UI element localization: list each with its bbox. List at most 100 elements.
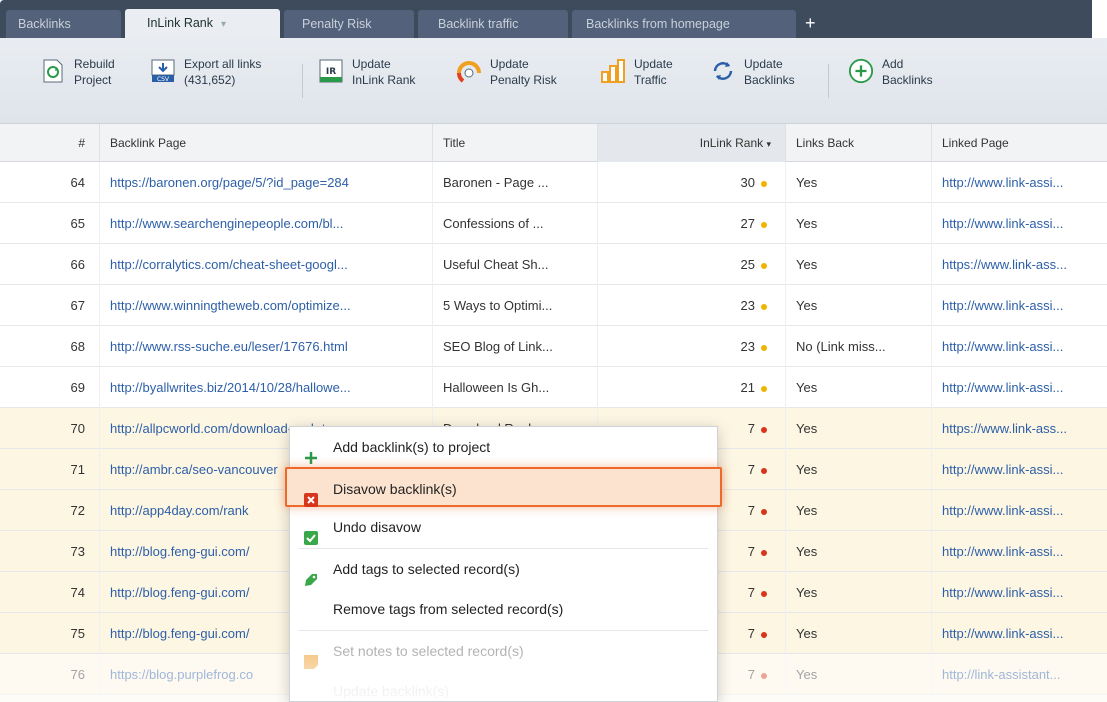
rank-status-dot: [761, 344, 767, 351]
update-backlinks-label: Update Backlinks: [744, 57, 795, 87]
table-row[interactable]: 67 http://www.winningtheweb.com/optimize…: [0, 285, 1107, 326]
table-row[interactable]: 66 http://corralytics.com/cheat-sheet-go…: [0, 244, 1107, 285]
row-number: 65: [0, 203, 100, 244]
column-header-inlink-rank[interactable]: InLink Rank ▾: [598, 124, 786, 162]
toolbar-divider: [302, 64, 303, 98]
rank-status-dot: [761, 549, 767, 556]
links-back-cell: Yes: [786, 613, 932, 654]
links-back-cell: Yes: [786, 203, 932, 244]
rebuild-project-button[interactable]: Rebuild Project: [40, 56, 115, 100]
backlink-page-link[interactable]: http://corralytics.com/cheat-sheet-googl…: [100, 244, 433, 285]
tab-backlinks[interactable]: Backlinks: [6, 10, 121, 38]
linked-page-link[interactable]: https://www.link-ass...: [932, 408, 1107, 449]
rank-status-dot: [761, 590, 767, 597]
rank-status-dot: [761, 221, 767, 228]
links-back-cell: Yes: [786, 408, 932, 449]
linked-page-link[interactable]: http://www.link-assi...: [932, 203, 1107, 244]
links-back-cell: Yes: [786, 490, 932, 531]
table-row[interactable]: 64 https://baronen.org/page/5/?id_page=2…: [0, 162, 1107, 203]
menu-item-label: Disavow backlink(s): [333, 481, 457, 497]
backlink-page-link[interactable]: http://www.rss-suche.eu/leser/17676.html: [100, 326, 433, 367]
tab-penalty-risk[interactable]: Penalty Risk: [284, 10, 414, 38]
add-backlinks-button[interactable]: Add Backlinks: [848, 56, 933, 100]
checkmark-icon: [304, 520, 318, 545]
links-back-cell: Yes: [786, 162, 932, 203]
menu-item-set-notes[interactable]: Set notes to selected record(s): [290, 631, 717, 671]
menu-item-remove-tags[interactable]: Remove tags from selected record(s): [290, 589, 717, 629]
linked-page-link[interactable]: http://www.link-assi...: [932, 449, 1107, 490]
backlink-page-link[interactable]: http://www.searchenginepeople.com/bl...: [100, 203, 433, 244]
table-row[interactable]: 68 http://www.rss-suche.eu/leser/17676.h…: [0, 326, 1107, 367]
inlink-rank-cell: 27: [598, 203, 786, 244]
inlink-rank-cell: 23: [598, 326, 786, 367]
sort-desc-icon: ▾: [766, 139, 771, 149]
menu-item-disavow[interactable]: Disavow backlink(s): [285, 467, 722, 507]
update-inlink-rank-button[interactable]: IR Update InLink Rank: [318, 56, 415, 100]
backlink-page-link[interactable]: https://baronen.org/page/5/?id_page=284: [100, 162, 433, 203]
column-header-linked-page[interactable]: Linked Page: [932, 124, 1107, 162]
row-number: 64: [0, 162, 100, 203]
linked-page-link[interactable]: http://www.link-assi...: [932, 285, 1107, 326]
chevron-down-icon[interactable]: ▾: [221, 19, 226, 30]
column-header-label: InLink Rank: [699, 136, 764, 150]
linked-page-link[interactable]: http://www.link-assi...: [932, 367, 1107, 408]
title-cell: SEO Blog of Link...: [433, 326, 598, 367]
tab-label: Penalty Risk: [302, 17, 372, 31]
row-number: 73: [0, 531, 100, 572]
update-traffic-label: Update Traffic: [634, 57, 673, 87]
linked-page-link[interactable]: http://www.link-assi...: [932, 613, 1107, 654]
column-header-links-back[interactable]: Links Back: [786, 124, 932, 162]
menu-item-update-backlinks[interactable]: Update backlink(s): [290, 671, 717, 702]
row-number: 76: [0, 654, 100, 695]
linked-page-link[interactable]: http://www.link-assi...: [932, 162, 1107, 203]
title-cell: Confessions of ...: [433, 203, 598, 244]
tab-inlink-rank[interactable]: InLink Rank ▾: [125, 9, 280, 39]
tab-backlink-traffic[interactable]: Backlink traffic: [418, 10, 568, 38]
linked-page-link[interactable]: https://www.link-ass...: [932, 244, 1107, 285]
menu-item-label: Undo disavow: [333, 519, 421, 535]
plus-icon: [304, 440, 318, 464]
links-back-cell: Yes: [786, 367, 932, 408]
svg-text:IR: IR: [326, 67, 336, 77]
linked-page-link[interactable]: http://www.link-assi...: [932, 326, 1107, 367]
linked-page-link[interactable]: http://link-assistant...: [932, 654, 1107, 695]
toolbar-divider: [828, 64, 829, 98]
rank-status-dot: [761, 467, 767, 474]
backlink-page-link[interactable]: http://www.winningtheweb.com/optimize...: [100, 285, 433, 326]
column-header-num[interactable]: #: [0, 124, 100, 162]
export-links-button[interactable]: CSV Export all links (431,652): [150, 56, 261, 100]
note-icon: [304, 644, 318, 669]
table-row[interactable]: 69 http://byallwrites.biz/2014/10/28/hal…: [0, 367, 1107, 408]
linked-page-link[interactable]: http://www.link-assi...: [932, 531, 1107, 572]
inlink-rank-cell: 21: [598, 367, 786, 408]
linked-page-link[interactable]: http://www.link-assi...: [932, 572, 1107, 613]
update-traffic-button[interactable]: Update Traffic: [600, 56, 673, 100]
inlink-rank-cell: 23: [598, 285, 786, 326]
column-header-backlink-page[interactable]: Backlink Page: [100, 124, 433, 162]
row-number: 70: [0, 408, 100, 449]
menu-item-add-backlinks[interactable]: Add backlink(s) to project: [290, 427, 717, 467]
row-number: 67: [0, 285, 100, 326]
menu-item-undo-disavow[interactable]: Undo disavow: [290, 507, 717, 547]
title-cell: Useful Cheat Sh...: [433, 244, 598, 285]
links-back-cell: Yes: [786, 654, 932, 695]
update-penalty-risk-button[interactable]: Update Penalty Risk: [456, 56, 557, 100]
links-back-cell: Yes: [786, 244, 932, 285]
linked-page-link[interactable]: http://www.link-assi...: [932, 490, 1107, 531]
rank-status-dot: [761, 303, 767, 310]
table-row[interactable]: 65 http://www.searchenginepeople.com/bl.…: [0, 203, 1107, 244]
rank-status-dot: [761, 508, 767, 515]
update-inlink-label: Update InLink Rank: [352, 57, 416, 87]
row-number: 72: [0, 490, 100, 531]
row-number: 69: [0, 367, 100, 408]
tab-backlinks-from-homepage[interactable]: Backlinks from homepage: [572, 10, 796, 38]
tab-bar: Backlinks InLink Rank ▾ Penalty Risk Back…: [0, 0, 1107, 39]
column-header-title[interactable]: Title: [433, 124, 598, 162]
tab-label: InLink Rank: [147, 16, 214, 30]
menu-item-label: Add backlink(s) to project: [333, 439, 491, 455]
update-backlinks-button[interactable]: Update Backlinks: [710, 56, 795, 100]
row-number: 71: [0, 449, 100, 490]
menu-item-add-tags[interactable]: Add tags to selected record(s): [290, 549, 717, 589]
backlink-page-link[interactable]: http://byallwrites.biz/2014/10/28/hallow…: [100, 367, 433, 408]
add-tab-button[interactable]: +: [805, 10, 816, 36]
